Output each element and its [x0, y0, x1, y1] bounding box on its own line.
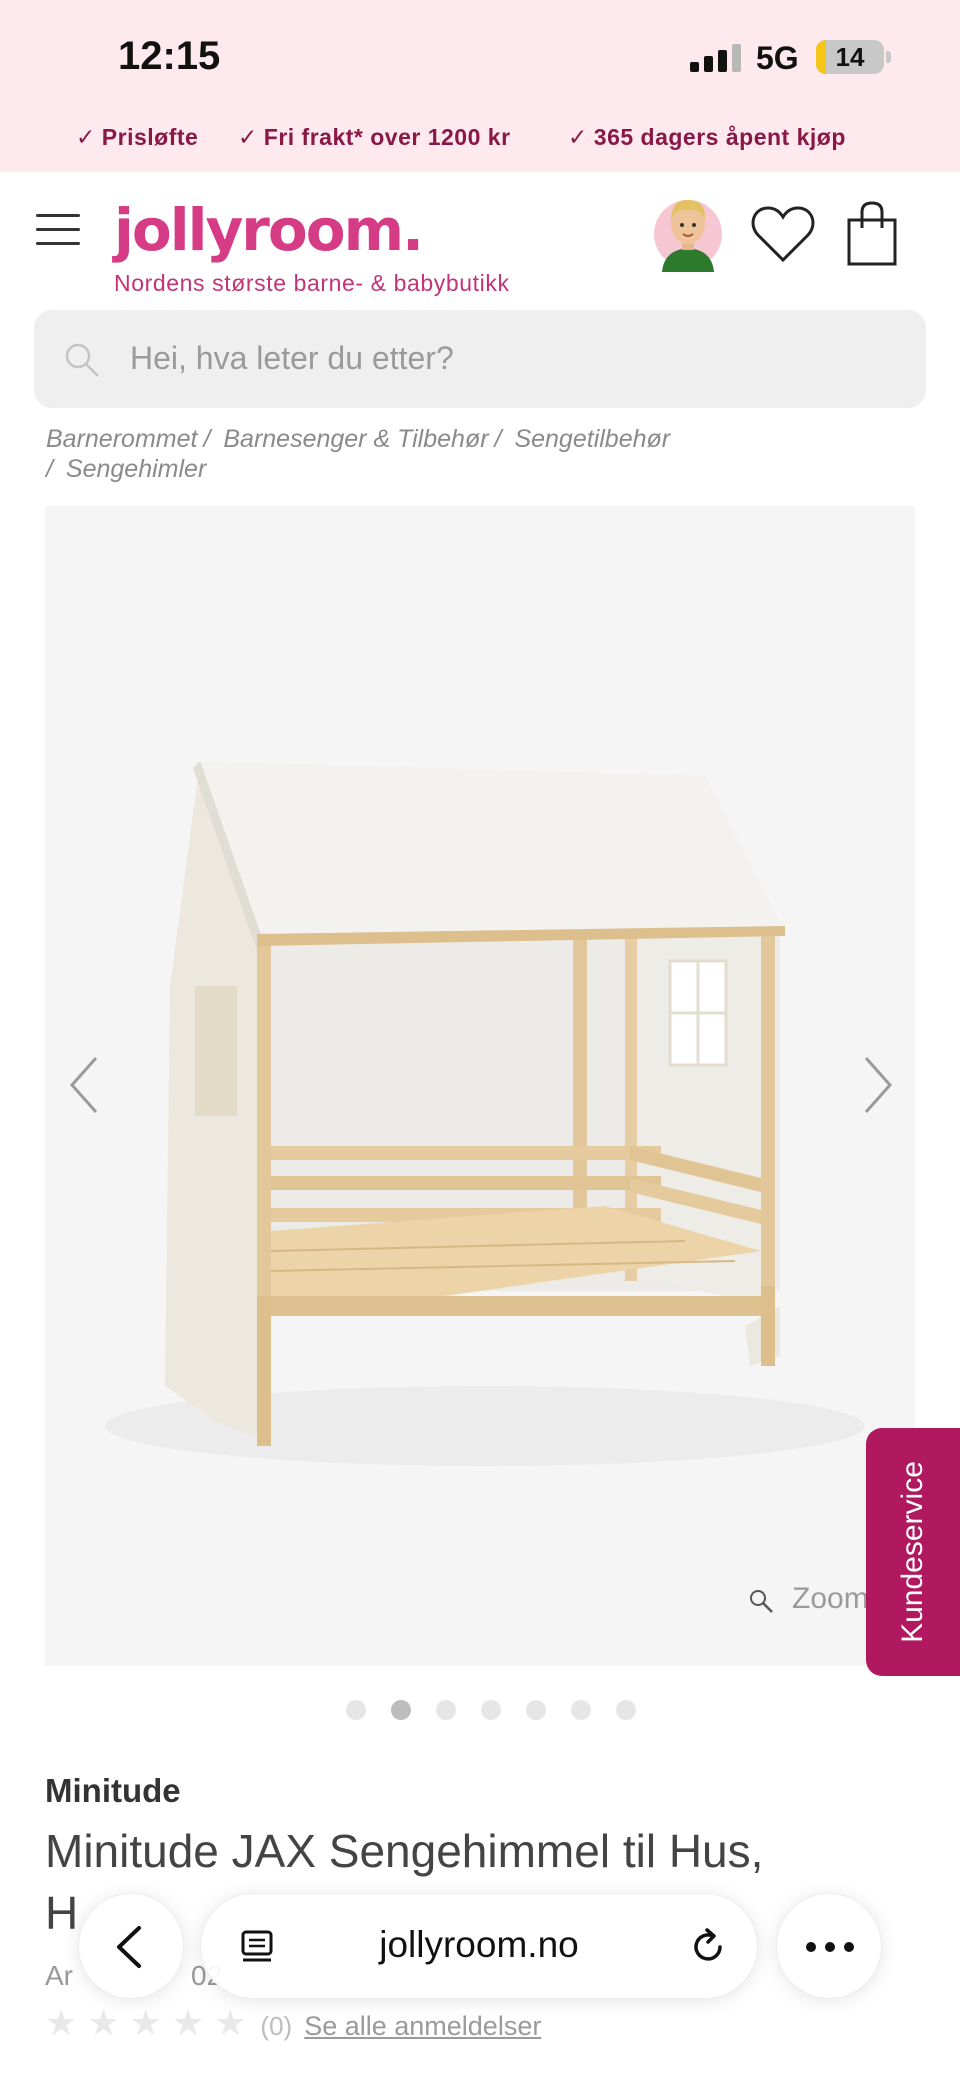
back-button[interactable]: [78, 1893, 184, 1999]
tagline: Nordens største barne- & babybutikk: [114, 270, 510, 296]
more-icon: [806, 1942, 854, 1952]
star-icon: ★: [45, 2002, 78, 2043]
chevron-left-icon: [117, 1926, 141, 1968]
customer-service-label: Kundeservice: [896, 1461, 929, 1643]
breadcrumb-separator: /: [203, 425, 211, 453]
customer-service-tab[interactable]: Kundeservice: [866, 1428, 960, 1676]
status-time: 12:15: [118, 34, 221, 78]
product-image-gallery[interactable]: [45, 506, 915, 1666]
search-placeholder: Hei, hva leter du etter?: [130, 340, 454, 376]
gallery-dot[interactable]: [391, 1700, 411, 1720]
article-number-start: Ar: [45, 1960, 73, 1991]
gallery-dot[interactable]: [436, 1700, 456, 1720]
usp-item: ✓ Fri frakt* over 1200 kr: [238, 124, 511, 156]
gallery-dot[interactable]: [346, 1700, 366, 1720]
all-reviews-link[interactable]: Se alle anmeldelser: [304, 2011, 541, 2041]
signal-icon: [690, 44, 742, 72]
menu-icon[interactable]: [36, 214, 80, 246]
battery-tip: [886, 51, 891, 63]
check-icon: ✓: [238, 124, 258, 150]
zoom-label: Zoom: [792, 1582, 869, 1615]
avatar[interactable]: [652, 188, 724, 272]
search-icon: [65, 343, 99, 377]
battery-icon: 14: [816, 40, 884, 74]
breadcrumb-link[interactable]: Sengetilbehør: [514, 425, 670, 453]
breadcrumb-separator: /: [494, 425, 502, 453]
breadcrumb: Barnerommet / Barnesenger & Tilbehør / Sen…: [46, 424, 906, 484]
usp-label: Prisløfte: [101, 124, 199, 150]
product-brand[interactable]: Minitude: [45, 1772, 181, 1810]
product-title-line: Minitude JAX Sengehimmel til Hus,: [45, 1825, 764, 1877]
battery-level: 14: [835, 42, 865, 72]
rating-count: (0): [260, 2011, 293, 2041]
more-options-button[interactable]: [776, 1893, 882, 1999]
network-type: 5G: [756, 40, 799, 76]
search-input[interactable]: Hei, hva leter du etter?: [34, 310, 926, 408]
check-icon: ✓: [76, 124, 96, 150]
breadcrumb-link[interactable]: Barnesenger & Tilbehør: [223, 425, 488, 453]
gallery-dot[interactable]: [481, 1700, 501, 1720]
address-bar[interactable]: jollyroom.no: [200, 1893, 758, 1999]
url-text[interactable]: jollyroom.no: [201, 1924, 757, 1966]
breadcrumb-link[interactable]: Barnerommet: [46, 425, 197, 453]
next-image-arrow-icon[interactable]: [858, 1050, 898, 1120]
rating: ★ ★ ★ ★ ★ (0) Se alle anmeldelser: [45, 2002, 541, 2043]
zoom-icon: [750, 1590, 773, 1613]
gallery-dot[interactable]: [616, 1700, 636, 1720]
gallery-dot[interactable]: [526, 1700, 546, 1720]
check-icon: ✓: [568, 124, 588, 150]
star-icon: ★: [171, 2002, 205, 2043]
usp-item: ✓ 365 dagers åpent kjøp: [568, 124, 846, 156]
star-icon: ★: [214, 2002, 247, 2043]
usp-label: 365 dagers åpent kjøp: [593, 124, 846, 150]
gallery-dot[interactable]: [571, 1700, 591, 1720]
reload-icon[interactable]: [687, 1926, 729, 1968]
breadcrumb-separator: /: [46, 455, 53, 483]
usp-item: ✓ Prisløfte: [76, 124, 198, 156]
logo[interactable]: jollyroom.: [114, 196, 424, 264]
previous-image-arrow-icon[interactable]: [64, 1050, 104, 1120]
breadcrumb-link[interactable]: Sengehimler: [66, 455, 206, 483]
shopping-bag-icon[interactable]: [846, 200, 898, 266]
product-image: [105, 761, 865, 1466]
star-icon: ★: [129, 2002, 162, 2043]
heart-icon[interactable]: [750, 204, 816, 264]
zoom-button[interactable]: Zoom: [748, 1582, 869, 1616]
usp-label: Fri frakt* over 1200 kr: [263, 124, 511, 150]
star-icon: ★: [87, 2002, 120, 2043]
